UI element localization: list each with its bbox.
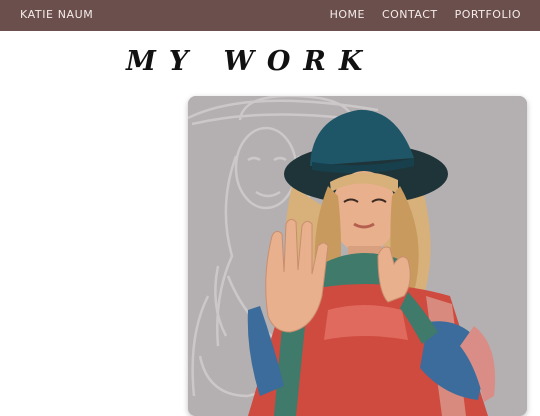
page-title: MY WORK bbox=[126, 46, 376, 77]
nav-link-home[interactable]: HOME bbox=[330, 8, 365, 21]
brand-logo-link[interactable]: KATIE NAUM bbox=[20, 8, 93, 21]
top-navbar: KATIE NAUM HOME CONTACT PORTFOLIO bbox=[0, 0, 540, 31]
nav-link-portfolio[interactable]: PORTFOLIO bbox=[455, 8, 521, 21]
portfolio-item-card[interactable] bbox=[188, 96, 527, 416]
nav-link-contact[interactable]: CONTACT bbox=[382, 8, 438, 21]
portrait-illustration bbox=[188, 96, 527, 416]
nav-links: HOME CONTACT PORTFOLIO bbox=[330, 8, 521, 21]
